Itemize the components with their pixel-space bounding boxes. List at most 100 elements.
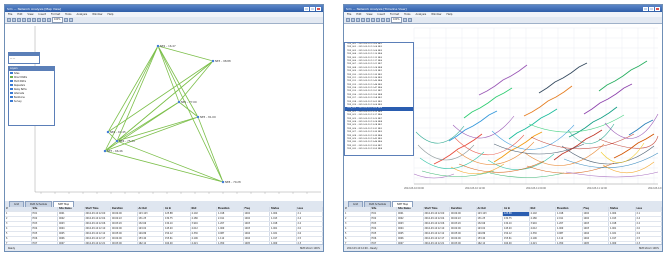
column-header[interactable]: Loss	[297, 207, 323, 211]
site-node[interactable]	[196, 115, 200, 119]
table-cell[interactable]: 1003	[583, 227, 609, 231]
site-node[interactable]	[221, 180, 225, 184]
path-edge[interactable]	[157, 45, 199, 118]
menu-help[interactable]: Help	[446, 13, 452, 16]
table-cell[interactable]: 143.02	[477, 227, 503, 231]
site-node[interactable]	[115, 139, 119, 143]
table-cell[interactable]: 2012-03-10 12:17	[424, 237, 450, 241]
path-edge[interactable]	[104, 116, 199, 152]
table-cell[interactable]: HO5	[371, 232, 397, 236]
menu-window[interactable]: Window	[431, 13, 441, 16]
zoom-out-icon[interactable]	[386, 18, 390, 22]
path-edge[interactable]	[116, 140, 224, 183]
maximize-button[interactable]	[649, 6, 654, 11]
table-cell[interactable]: 2.6	[297, 232, 323, 236]
map-plot[interactable]: NE2 – 16.47 NE3 – 98.88 NE1 – 77.00 NE5 – 8…	[5, 23, 323, 202]
path-edge[interactable]	[157, 45, 214, 62]
path-edge[interactable]	[104, 45, 159, 152]
table-cell[interactable]: 4.012	[191, 227, 217, 231]
table-cell[interactable]: 153.40	[477, 237, 503, 241]
table-cell[interactable]: HO1	[371, 212, 397, 216]
column-header[interactable]: Loss	[636, 207, 662, 211]
table-cell[interactable]: 150.12	[164, 232, 191, 236]
table-cell[interactable]: 2012-03-10 12:06	[424, 222, 450, 226]
cut-icon[interactable]	[366, 18, 370, 22]
table-cell[interactable]: 00:02:22	[450, 217, 477, 221]
table-cell[interactable]: 2	[5, 217, 32, 221]
minimize-button[interactable]	[643, 6, 648, 11]
table-cell[interactable]: 1.004	[609, 212, 636, 216]
table-cell[interactable]: 1004	[244, 232, 270, 236]
column-header[interactable]: Freq	[583, 207, 609, 211]
table-cell[interactable]: 1.004	[270, 212, 297, 216]
table-cell[interactable]: 0.987	[556, 232, 583, 236]
close-button[interactable]	[655, 6, 660, 11]
column-header[interactable]: Start Time	[85, 207, 111, 211]
track-line[interactable]	[448, 110, 498, 142]
menu-file[interactable]: File	[8, 13, 12, 16]
table-cell[interactable]: 5	[5, 232, 32, 236]
column-header[interactable]: Site Name	[397, 207, 424, 211]
table-cell[interactable]: 1.009	[556, 227, 583, 231]
table-cell[interactable]: 00:02:00	[111, 227, 138, 231]
menu-view[interactable]: View	[27, 13, 33, 16]
track-arc[interactable]	[600, 142, 645, 163]
table-cell[interactable]: 4	[5, 227, 32, 231]
timeline-plot[interactable]: 2012-03-10 00:00 2012-03-10 12:00 2012-03-…	[344, 23, 662, 202]
menu-edit[interactable]: Edit	[356, 13, 361, 16]
table-cell[interactable]: 1004	[583, 232, 609, 236]
table-cell[interactable]: HO1	[32, 212, 58, 216]
table-cell[interactable]: 2012-03-10 12:04	[85, 217, 111, 221]
table-cell[interactable]: 143.02	[138, 227, 164, 231]
menu-tools[interactable]: Tools	[65, 13, 71, 16]
table-cell[interactable]: 1.112	[556, 237, 583, 241]
table-cell[interactable]: 00:04:00	[111, 212, 138, 216]
table-cell[interactable]: 00:05:00	[111, 232, 138, 236]
print-icon[interactable]	[22, 18, 26, 22]
track-line[interactable]	[463, 87, 513, 119]
table-cell[interactable]: 132.66	[477, 222, 503, 226]
table-cell[interactable]: 3.916	[530, 222, 556, 226]
table-cell[interactable]: HO3	[371, 222, 397, 226]
table-cell[interactable]: 2.0	[297, 227, 323, 231]
table-cell[interactable]: 0.987	[217, 232, 244, 236]
column-header[interactable]: Az In	[503, 207, 530, 211]
track-line[interactable]	[598, 60, 648, 92]
table-cell[interactable]: 0006	[58, 237, 85, 241]
maximize-button[interactable]	[310, 6, 315, 11]
table-cell[interactable]: 2.6	[636, 232, 662, 236]
table-cell[interactable]: 1	[5, 212, 32, 216]
column-header[interactable]: Az Out	[138, 207, 164, 211]
path-edge[interactable]	[157, 45, 224, 183]
table-cell[interactable]: 0005	[58, 232, 85, 236]
table-cell[interactable]: 0002	[397, 217, 424, 221]
zoom-in-icon[interactable]	[42, 18, 46, 22]
table-cell[interactable]: 4	[344, 227, 371, 231]
path-edge[interactable]	[157, 45, 180, 103]
table-cell[interactable]: 4.102	[191, 212, 217, 216]
paste-icon[interactable]	[37, 18, 41, 22]
table-cell[interactable]: HO4	[32, 227, 58, 231]
table-cell[interactable]: 2.1	[636, 212, 662, 216]
table-cell[interactable]: 130.75	[164, 217, 191, 221]
column-header[interactable]: Site	[32, 207, 58, 211]
table-cell[interactable]: HO2	[371, 217, 397, 221]
table-cell[interactable]: 0004	[397, 227, 424, 231]
site-node[interactable]	[103, 149, 107, 153]
path-edge[interactable]	[197, 116, 224, 183]
table-cell[interactable]: 3	[344, 222, 371, 226]
table-cell[interactable]: 1.018	[556, 212, 583, 216]
table-cell[interactable]: 2.5	[636, 237, 662, 241]
layer-item[interactable]: Survey	[9, 99, 54, 103]
zoom-out-icon[interactable]	[47, 18, 51, 22]
table-cell[interactable]: 4.106	[530, 237, 556, 241]
table-cell[interactable]: 1002	[244, 212, 270, 216]
table-cell[interactable]: 3.916	[191, 222, 217, 226]
table-cell[interactable]: HO6	[371, 237, 397, 241]
track-arc[interactable]	[604, 113, 659, 139]
track-arc[interactable]	[526, 162, 615, 174]
table-cell[interactable]: 1.009	[217, 227, 244, 231]
table-cell[interactable]: 2.1	[297, 212, 323, 216]
table-cell[interactable]: 1.018	[270, 222, 297, 226]
copy-icon[interactable]	[32, 18, 36, 22]
